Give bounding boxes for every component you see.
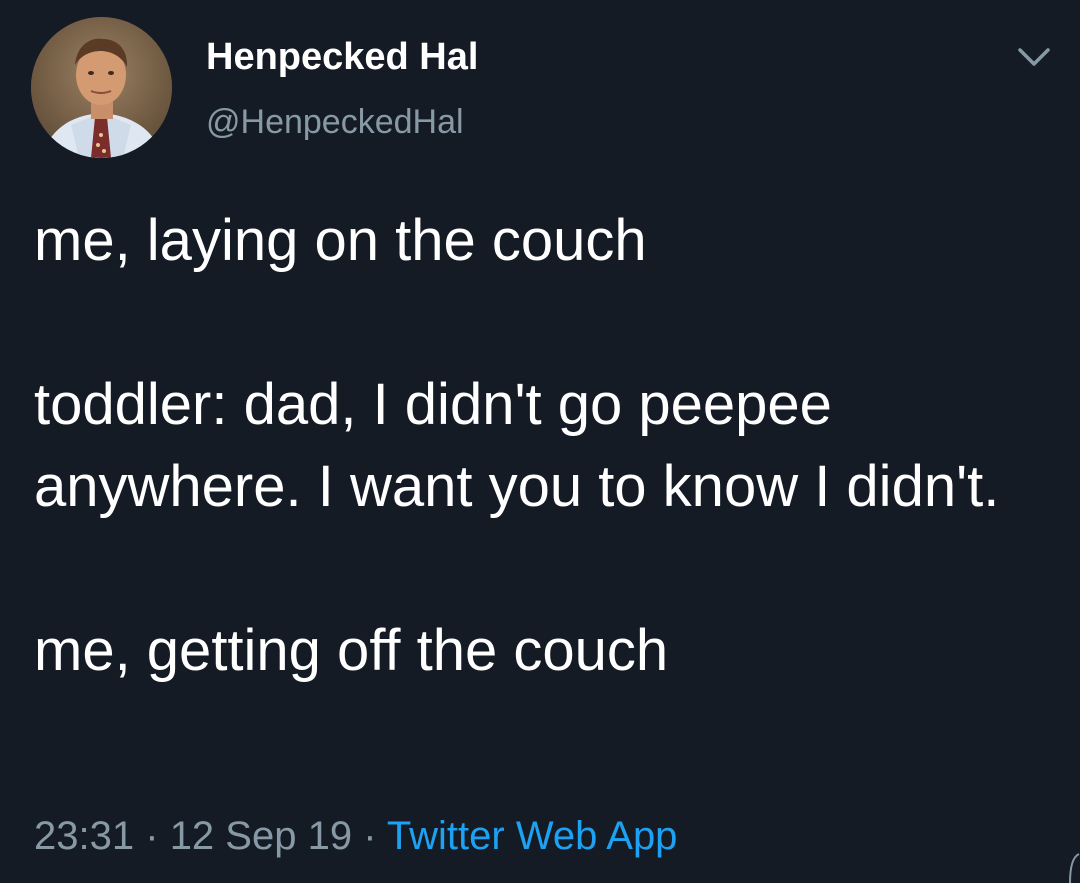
meta-separator: · [145, 814, 159, 858]
avatar[interactable] [31, 17, 172, 158]
tweet-time[interactable]: 23:31 [34, 814, 134, 858]
author-handle[interactable]: @HenpeckedHal [206, 101, 464, 143]
tweet-source-link[interactable]: Twitter Web App [387, 814, 678, 858]
avatar-image [31, 17, 172, 158]
tweet-card: Henpecked Hal @HenpeckedHal me, laying o… [0, 0, 1080, 883]
chevron-down-icon[interactable] [1017, 45, 1051, 69]
tweet-date[interactable]: 12 Sep 19 [170, 814, 352, 858]
tweet-text: me, laying on the couch toddler: dad, I … [34, 208, 1000, 683]
tweet-meta: 23:31 · 12 Sep 19 · Twitter Web App [34, 808, 677, 864]
meta-separator: · [363, 814, 377, 858]
author-name[interactable]: Henpecked Hal [206, 34, 478, 80]
corner-scrollbar-edge [1069, 853, 1080, 883]
